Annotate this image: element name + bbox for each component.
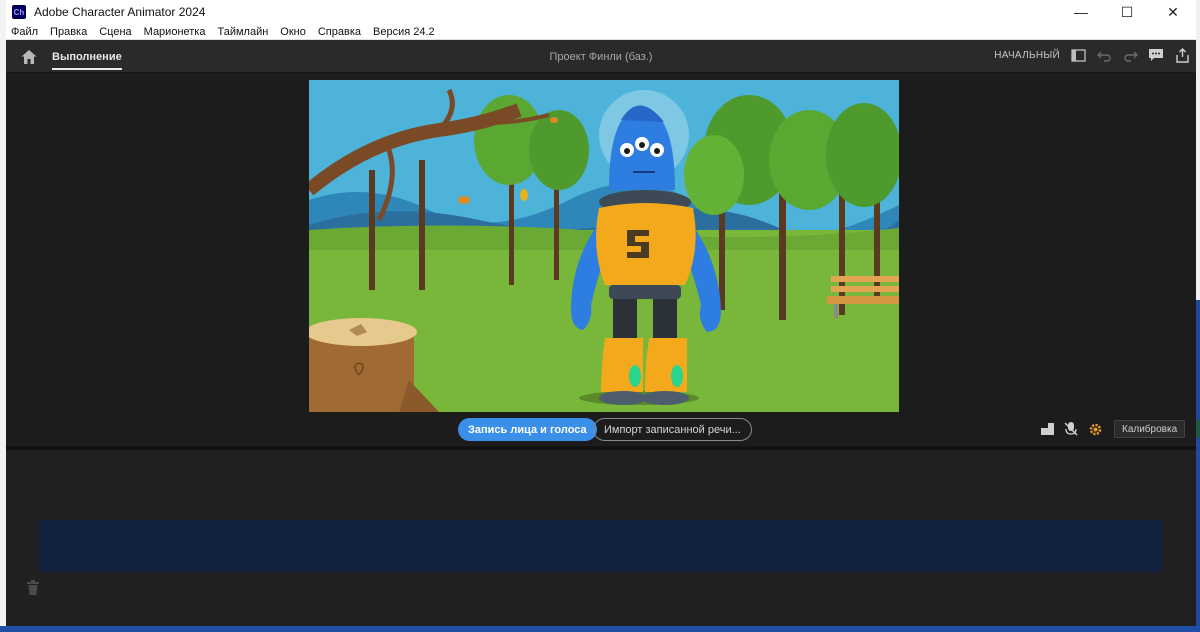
header-tools: НАЧАЛЬНЫЙ: [994, 47, 1190, 63]
desktop-taskbar-edge: [0, 626, 1200, 632]
timeline-panel: [6, 450, 1196, 626]
workspace-label[interactable]: НАЧАЛЬНЫЙ: [994, 50, 1060, 61]
camera-view-icon[interactable]: [1039, 421, 1055, 437]
menu-help[interactable]: Справка: [318, 26, 361, 38]
close-button[interactable]: ✕: [1150, 0, 1196, 24]
panel-toggle-icon[interactable]: [1070, 47, 1086, 63]
menu-puppet[interactable]: Марионетка: [144, 26, 206, 38]
window-title: Adobe Character Animator 2024: [34, 5, 206, 19]
menu-file[interactable]: Файл: [11, 26, 38, 38]
window-controls: — ☐ ✕: [1058, 0, 1196, 24]
menu-edit[interactable]: Правка: [50, 26, 87, 38]
minimize-button[interactable]: —: [1058, 0, 1104, 24]
app-header: Выполнение Проект Финли (баз.) НАЧАЛЬНЫЙ: [6, 40, 1196, 73]
menu-scene[interactable]: Сцена: [99, 26, 131, 38]
scene-preview[interactable]: [309, 80, 899, 412]
trash-icon[interactable]: [26, 580, 40, 596]
menu-version[interactable]: Версия 24.2: [373, 26, 435, 38]
menu-bar: Файл Правка Сцена Марионетка Таймлайн Ок…: [6, 24, 1196, 40]
feedback-icon[interactable]: [1148, 47, 1164, 63]
stage-panel: Запись лица и голоса Импорт записанной р…: [6, 73, 1200, 445]
import-speech-button[interactable]: Импорт записанной речи...: [593, 418, 752, 441]
app-window: Ch Adobe Character Animator 2024 — ☐ ✕ Ф…: [6, 0, 1200, 626]
stage-tools: Калибровка: [1039, 420, 1200, 438]
maximize-button[interactable]: ☐: [1104, 0, 1150, 24]
app-logo-icon: Ch: [12, 5, 26, 19]
mic-mute-icon[interactable]: [1063, 421, 1079, 437]
redo-icon[interactable]: [1122, 47, 1138, 63]
timeline-track[interactable]: [39, 520, 1162, 572]
menu-timeline[interactable]: Таймлайн: [217, 26, 268, 38]
record-face-voice-button[interactable]: Запись лица и голоса: [458, 418, 597, 441]
gear-icon[interactable]: [1087, 421, 1103, 437]
share-icon[interactable]: [1174, 47, 1190, 63]
desktop-window-behind: [1196, 0, 1200, 300]
calibrate-button[interactable]: Калибровка: [1114, 420, 1186, 438]
title-bar: Ch Adobe Character Animator 2024 — ☐ ✕: [6, 0, 1196, 24]
undo-icon[interactable]: [1096, 47, 1112, 63]
menu-window[interactable]: Окно: [280, 26, 306, 38]
